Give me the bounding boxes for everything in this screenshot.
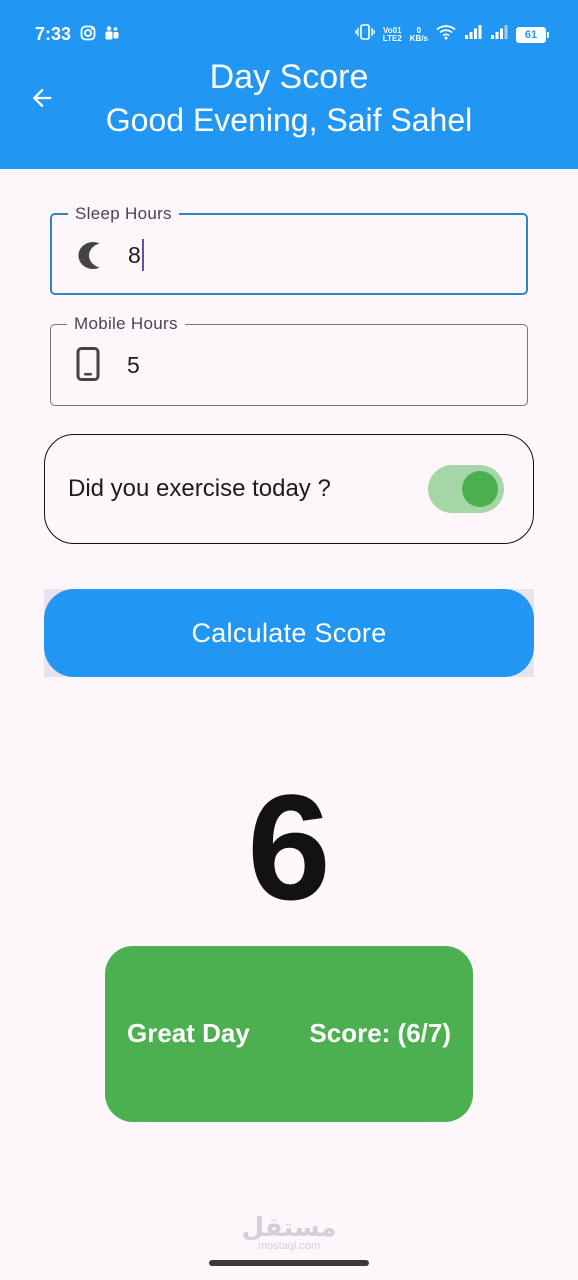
- smartphone-icon: [73, 347, 103, 381]
- toggle-thumb: [462, 471, 498, 507]
- watermark-arabic: مستقل: [241, 1212, 337, 1242]
- signal-icon: [490, 24, 508, 45]
- sleep-hours-field[interactable]: Sleep Hours: [50, 204, 528, 295]
- status-right-icons: Vo01 LTE2 0 KB/s 61: [355, 24, 549, 45]
- wifi-icon: [436, 24, 456, 45]
- result-verdict: Great Day: [127, 1018, 250, 1048]
- network-type: Vo01 LTE2: [382, 25, 402, 43]
- status-left-icons: [80, 25, 120, 46]
- teams-icon: [104, 25, 120, 46]
- status-time: 7:33: [35, 24, 72, 44]
- signal-icon: [464, 24, 482, 45]
- greeting-subtitle: Good Evening, Saif Sahel: [105, 102, 473, 138]
- calculate-score-button[interactable]: Calculate Score: [44, 589, 534, 677]
- result-score-text: Score: (6/7): [309, 1018, 451, 1048]
- exercise-question: Did you exercise today ?: [68, 475, 331, 502]
- watermark-latin: mostaql.com: [257, 1240, 321, 1252]
- moon-icon: [74, 239, 104, 271]
- sleep-hours-input[interactable]: [128, 235, 508, 275]
- mobile-hours-input[interactable]: [127, 345, 507, 385]
- score-value: 6: [247, 763, 331, 931]
- battery-indicator: 61: [516, 26, 549, 43]
- exercise-toggle[interactable]: [428, 465, 504, 513]
- mobile-hours-label: Mobile Hours: [67, 314, 185, 334]
- result-card: Great Day Score: (6/7): [105, 946, 473, 1122]
- instagram-icon: [80, 25, 96, 46]
- mobile-hours-field[interactable]: Mobile Hours: [50, 314, 528, 406]
- home-indicator[interactable]: [209, 1260, 369, 1266]
- text-cursor: [142, 239, 144, 271]
- sleep-hours-label: Sleep Hours: [68, 204, 179, 224]
- network-speed: 0 KB/s: [409, 25, 428, 43]
- calculate-button-area: Calculate Score: [44, 589, 534, 677]
- watermark: مستقل mostaql.com: [0, 1214, 578, 1252]
- vibrate-icon: [355, 24, 375, 45]
- app-bar: 7:33 Vo01 LTE2 0 KB/s 61 Day Score Good …: [0, 0, 578, 169]
- page-title: Day Score: [209, 58, 369, 96]
- exercise-card: Did you exercise today ?: [44, 434, 534, 544]
